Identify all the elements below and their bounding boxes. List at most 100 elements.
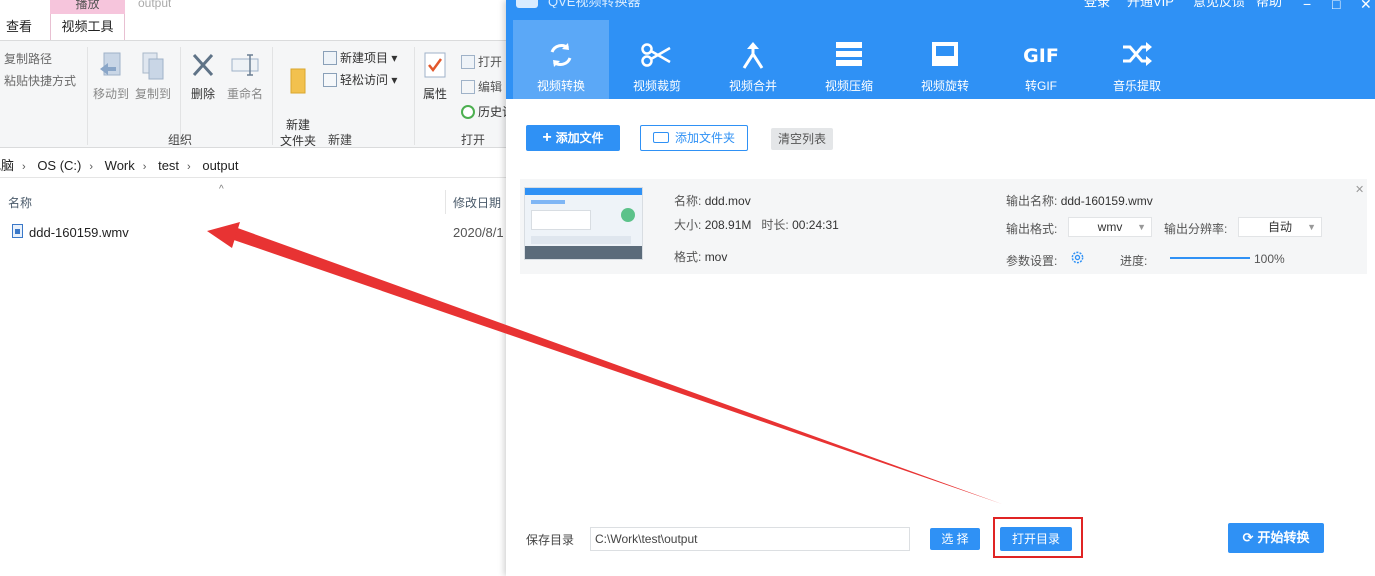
dropdown-caret-icon: ▼: [1307, 222, 1316, 232]
open-button[interactable]: 打开: [461, 53, 502, 70]
refresh-icon: ⟳: [1242, 530, 1254, 545]
settings-gear-icon[interactable]: [1070, 250, 1085, 265]
maximize-icon[interactable]: □: [1332, 0, 1340, 11]
file-row[interactable]: ddd-160159.wmv 2020/8/1: [0, 222, 520, 242]
tab-video-tools[interactable]: 视频工具: [50, 14, 125, 40]
output-format-label: 输出格式:: [1006, 222, 1058, 236]
output-name-value[interactable]: ddd-160159.wmv: [1061, 194, 1153, 208]
file-name[interactable]: ddd-160159.wmv: [29, 225, 129, 240]
column-name[interactable]: 名称: [8, 194, 32, 211]
sort-ascending-icon: ^: [219, 184, 224, 195]
copy-to-label: 复制到: [134, 87, 171, 101]
feedback-link[interactable]: 意见反馈: [1193, 0, 1245, 8]
nav-label: 视频合并: [728, 79, 777, 93]
close-icon[interactable]: ✕: [1360, 0, 1372, 11]
easy-access-button[interactable]: 轻松访问 ▾: [323, 71, 397, 88]
breadcrumb[interactable]: 电脑 › OS (C:) › Work › test › output: [0, 154, 520, 178]
nav-label: 视频裁剪: [632, 79, 681, 93]
move-to-button[interactable]: 移动到: [92, 51, 130, 102]
nav-video-crop[interactable]: 视频裁剪: [609, 20, 705, 99]
duration-value: 00:24:31: [792, 218, 839, 232]
new-item-label: 新建项目: [340, 51, 389, 65]
add-folder-label: 添加文件夹: [674, 131, 735, 145]
history-icon: [461, 105, 475, 119]
nav-music-extract[interactable]: 音乐提取: [1089, 20, 1185, 99]
copy-to-button[interactable]: 复制到: [134, 51, 172, 102]
source-name: 名称: ddd.mov: [674, 192, 751, 209]
progress-label: 进度:: [1120, 254, 1148, 268]
add-folder-button[interactable]: 添加文件夹: [640, 125, 748, 151]
nav-label: 视频旋转: [920, 79, 969, 93]
clear-list-button[interactable]: 清空列表: [771, 128, 833, 150]
remove-item-icon[interactable]: ✕: [1355, 183, 1364, 196]
output-format-select[interactable]: wmv ▼: [1068, 217, 1152, 237]
progress-bar-fill: [1170, 257, 1250, 259]
output-resolution-value: 自动: [1267, 220, 1292, 234]
edit-label: 编辑: [478, 80, 503, 94]
nav-video-convert[interactable]: 视频转换: [513, 20, 609, 99]
file-date: 2020/8/1: [453, 225, 504, 240]
nav-to-gif[interactable]: GIF 转GIF: [993, 20, 1089, 99]
video-file-icon: [12, 224, 23, 238]
choose-dir-button[interactable]: 选 择: [930, 528, 980, 550]
svg-text:GIF: GIF: [1023, 45, 1059, 67]
column-divider[interactable]: [445, 190, 446, 214]
copy-path-button[interactable]: 复制路径: [4, 50, 52, 67]
compress-icon: [836, 42, 862, 66]
file-list-header: ^ 名称 修改日期: [0, 184, 520, 216]
output-name-label: 输出名称:: [1006, 194, 1058, 208]
nav-label: 音乐提取: [1112, 79, 1161, 93]
rotate-icon: [932, 42, 958, 66]
scissors-icon: [641, 43, 671, 67]
properties-button[interactable]: 属性: [418, 51, 452, 102]
breadcrumb-output[interactable]: output: [202, 158, 238, 173]
output-resolution-label: 输出分辨率:: [1164, 222, 1228, 236]
breadcrumb-drive[interactable]: OS (C:): [37, 158, 81, 173]
breadcrumb-this-pc[interactable]: 电脑: [0, 158, 14, 173]
plus-icon: +: [542, 129, 552, 146]
rename-button[interactable]: 重命名: [224, 51, 266, 102]
breadcrumb-work[interactable]: Work: [105, 158, 135, 173]
open-icon: [461, 55, 475, 69]
new-item-button[interactable]: 新建项目 ▾: [323, 49, 397, 66]
save-dir-label: 保存目录: [526, 533, 575, 547]
ribbon-divider: [414, 47, 415, 145]
app-title: QVE视频转换器: [548, 0, 641, 8]
qve-converter-window: QVE视频转换器 登录 开通VIP 意见反馈 帮助 − □ ✕ 视频转换 视频裁…: [506, 0, 1375, 576]
size-label: 大小:: [674, 218, 702, 232]
breadcrumb-separator-icon: ›: [187, 161, 191, 173]
edit-button[interactable]: 编辑: [461, 78, 502, 95]
nav-label: 视频压缩: [824, 79, 873, 93]
minimize-icon[interactable]: −: [1303, 0, 1311, 11]
app-header: QVE视频转换器 登录 开通VIP 意见反馈 帮助 − □ ✕ 视频转换 视频裁…: [506, 0, 1375, 99]
context-tab-header: 播放: [50, 0, 125, 14]
format-label: 格式:: [674, 250, 702, 264]
delete-button[interactable]: 删除: [186, 51, 220, 102]
top-links: 登录 开通VIP 意见反馈 帮助: [1066, 0, 1375, 10]
nav-video-rotate[interactable]: 视频旋转: [897, 20, 993, 99]
tab-view[interactable]: 查看: [6, 14, 32, 40]
save-dir-input[interactable]: [590, 527, 910, 551]
ribbon-divider: [87, 47, 88, 145]
paste-shortcut-button[interactable]: 粘贴快捷方式: [4, 72, 76, 89]
output-resolution-select[interactable]: 自动 ▼: [1238, 217, 1322, 237]
column-date-modified[interactable]: 修改日期: [453, 194, 501, 211]
progress-bar: [1170, 257, 1250, 259]
easy-access-label: 轻松访问: [340, 73, 389, 87]
folder-icon: [290, 68, 306, 94]
nav-video-merge[interactable]: 视频合并: [705, 20, 801, 99]
rename-icon: [231, 54, 259, 76]
open-vip-link[interactable]: 开通VIP: [1127, 0, 1174, 8]
add-file-label: 添加文件: [555, 131, 604, 145]
nav-video-compress[interactable]: 视频压缩: [801, 20, 897, 99]
breadcrumb-test[interactable]: test: [158, 158, 179, 173]
source-size-duration: 大小: 208.91M 时长: 00:24:31: [674, 216, 839, 233]
open-label: 打开: [478, 55, 503, 69]
highlight-box: [993, 517, 1083, 558]
help-link[interactable]: 帮助: [1256, 0, 1282, 8]
start-convert-button[interactable]: ⟳ 开始转换: [1228, 523, 1324, 553]
move-to-label: 移动到: [92, 87, 129, 101]
output-format-value: wmv: [1097, 220, 1123, 234]
login-link[interactable]: 登录: [1084, 0, 1110, 8]
add-file-button[interactable]: + 添加文件: [526, 125, 620, 151]
